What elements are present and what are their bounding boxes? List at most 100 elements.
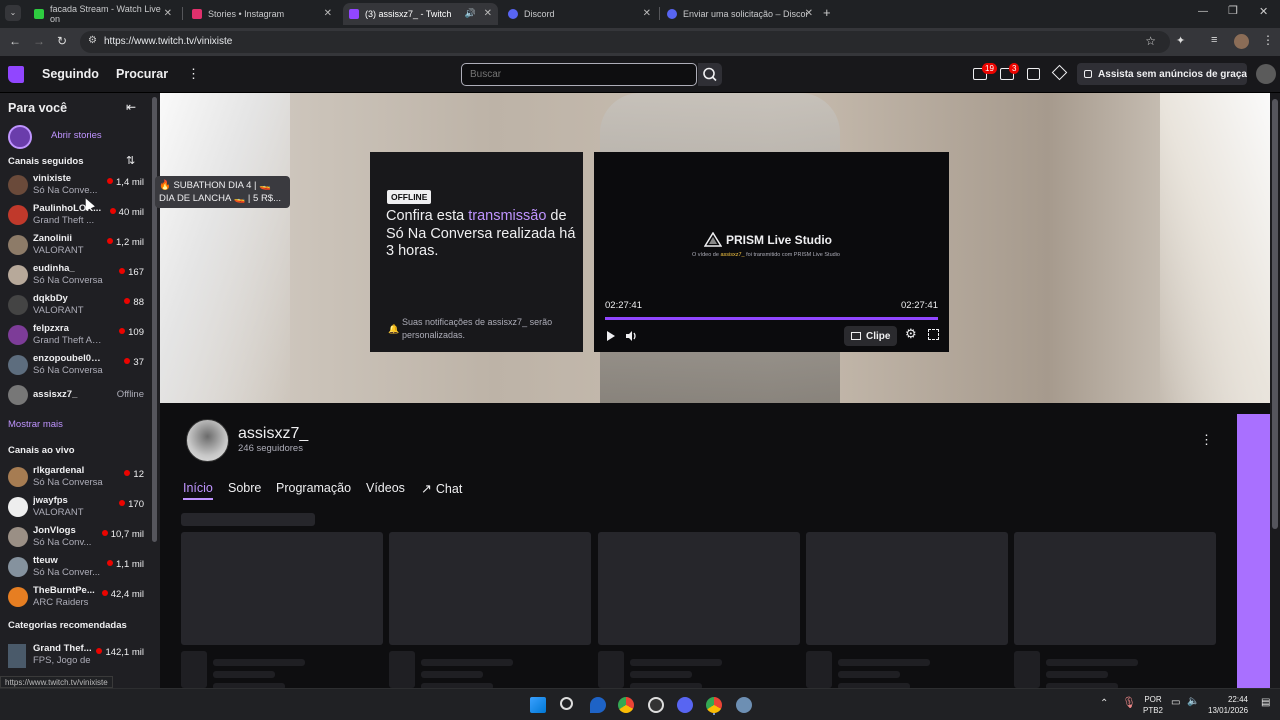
sidebar-channel-item[interactable]: enzopoubel01 +1 Só Na Conversa 37 [0, 350, 150, 380]
app-icon[interactable] [590, 697, 606, 713]
discord-icon[interactable] [677, 697, 693, 713]
site-info-icon[interactable]: ⚙ [88, 35, 97, 46]
page-scrollbar[interactable] [1270, 93, 1280, 688]
tab-chat[interactable]: ↗ Chat [421, 481, 462, 497]
browser-tab-4[interactable]: Enviar uma solicitação – Discor ✕ [661, 3, 819, 25]
settings-gear-icon[interactable]: ⚙ [905, 326, 917, 342]
network-icon[interactable]: ▭ [1171, 697, 1180, 708]
nav-following-link[interactable]: Seguindo [42, 67, 99, 81]
banner-light-left [160, 93, 290, 403]
tab-schedule[interactable]: Programação [276, 481, 351, 495]
tab-search-button[interactable]: ⌄ [5, 5, 21, 21]
channel-more-icon[interactable]: ⋮ [1200, 432, 1213, 448]
language-indicator[interactable]: POR PTB2 [1143, 694, 1163, 716]
sidebar-channel-item[interactable]: rlkgardenal Só Na Conversa 12 [0, 462, 150, 492]
fullscreen-icon[interactable] [928, 329, 939, 340]
twitch-logo-icon[interactable] [8, 66, 24, 83]
notifications-icon[interactable]: ▤ [1261, 697, 1270, 708]
close-tab-icon[interactable]: ✕ [643, 8, 651, 19]
speaker-icon[interactable]: 🔈 [1187, 696, 1199, 707]
browser-tab-1[interactable]: Stories • Instagram ✕ [186, 3, 338, 25]
collapse-sidebar-icon[interactable]: ⇤ [126, 100, 136, 114]
bookmark-star-icon[interactable]: ☆ [1145, 34, 1156, 48]
sidebar-channel-item[interactable]: Zanolinii VALORANT 1,2 mil [0, 230, 150, 260]
search-icon[interactable] [560, 697, 573, 710]
seek-bar[interactable] [605, 317, 938, 320]
nav-more-icon[interactable]: ⋮ [187, 66, 200, 82]
show-more-link[interactable]: Mostrar mais [8, 419, 63, 430]
close-tab-icon[interactable]: ✕ [484, 8, 492, 19]
sidebar-channel-item[interactable]: JonVlogs Só Na Conv... 10,7 mil [0, 522, 150, 552]
prism-brand: PRISM Live Studio [726, 232, 833, 247]
viewer-count-text: 1,4 mil [116, 177, 144, 188]
forward-icon[interactable]: → [33, 34, 45, 48]
sidebar-scrollbar[interactable] [152, 97, 157, 542]
search-button[interactable] [698, 63, 722, 86]
whispers-button[interactable]: 3 [1000, 63, 1020, 80]
offline-badge: OFFLINE [387, 190, 432, 204]
minimize-button[interactable]: — [1198, 6, 1208, 17]
new-tab-button[interactable]: + [823, 5, 831, 20]
sidebar-channel-item[interactable]: PaulinhoLOK... Grand Theft ... 40 mil [0, 200, 150, 230]
inbox-button[interactable]: 19 [973, 63, 997, 80]
sort-icon[interactable]: ⇅ [126, 154, 135, 167]
url-field[interactable]: ⚙ https://www.twitch.tv/vinixiste ☆ [80, 31, 1170, 53]
discord-favicon-icon [508, 9, 518, 19]
browser-menu-icon[interactable]: ⋮ [1262, 33, 1274, 47]
browser-tab-3[interactable]: Discord ✕ [502, 3, 657, 25]
chat-bubble-icon[interactable] [1027, 68, 1040, 80]
microphone-icon[interactable]: 🎙 [1122, 696, 1136, 709]
profile-avatar[interactable] [1234, 34, 1249, 49]
reading-list-icon[interactable]: ≡ [1211, 34, 1217, 46]
tab-home[interactable]: Início [183, 481, 213, 495]
tab-audio-icon[interactable]: 🔊 [465, 8, 476, 19]
sidebar-channel-item[interactable]: jwayfps VALORANT 170 [0, 492, 150, 522]
search-input[interactable] [461, 63, 697, 86]
close-window-button[interactable]: ✕ [1259, 5, 1268, 18]
user-avatar[interactable] [1256, 64, 1276, 84]
channel-avatar[interactable] [186, 419, 229, 462]
category-item[interactable]: Grand Thef... FPS, Jogo de 142,1 mil [0, 640, 150, 670]
sidebar-channel-item[interactable]: tteuw Só Na Conver... 1,1 mil [0, 552, 150, 582]
video-player[interactable]: PRISM Live Studio O vídeo de assisxz7_ f… [594, 152, 949, 352]
extensions-icon[interactable]: ✦ [1176, 34, 1185, 47]
offline-message[interactable]: Confira esta transmissão de Só Na Conver… [386, 208, 576, 261]
sidebar-channel-item[interactable]: TheBurntPe... ARC Raiders 42,4 mil [0, 582, 150, 612]
sidebar-channel-item[interactable]: eudinha_ Só Na Conversa 167 [0, 260, 150, 290]
viewer-count-text: 170 [128, 499, 144, 510]
obs-icon[interactable] [648, 697, 664, 713]
chrome-icon[interactable] [618, 697, 634, 713]
clock[interactable]: 22:44 13/01/2026 [1208, 694, 1248, 716]
browser-tab-0[interactable]: facada Stream - Watch Live on ✕ [28, 3, 178, 25]
discord-favicon-icon [667, 9, 677, 19]
sidebar-channel-item[interactable]: felpzxra Grand Theft Au... 109 [0, 320, 150, 350]
close-tab-icon[interactable]: ✕ [324, 8, 332, 19]
windows-start-icon[interactable] [530, 697, 546, 713]
clip-button[interactable]: Clipe [844, 326, 898, 346]
tab-videos[interactable]: Vídeos [366, 481, 405, 495]
viewer-count-text: Offline [116, 389, 144, 400]
stories-avatar[interactable] [8, 125, 32, 149]
page-scrollbar-thumb[interactable] [1272, 99, 1278, 529]
transmission-link[interactable]: transmissão [468, 208, 546, 224]
nav-browse-link[interactable]: Procurar [116, 67, 168, 81]
ad-free-button[interactable]: Assista sem anúncios de graça [1077, 63, 1247, 85]
tab-about[interactable]: Sobre [228, 481, 261, 495]
sidebar-channel-item[interactable]: dqkbDy VALORANT 88 [0, 290, 150, 320]
back-icon[interactable]: ← [9, 34, 21, 48]
volume-button[interactable] [625, 329, 638, 347]
close-tab-icon[interactable]: ✕ [805, 8, 813, 19]
bits-gem-icon[interactable] [1051, 64, 1068, 81]
sidebar-channel-item[interactable]: vinixiste Só Na Conve... 1,4 mil [0, 170, 150, 200]
close-tab-icon[interactable]: ✕ [164, 8, 172, 19]
tray-chevron-icon[interactable]: ⌃ [1100, 698, 1108, 709]
settings-icon[interactable] [736, 697, 752, 713]
sidebar-channel-item[interactable]: assisxz7_ Offline [0, 380, 150, 410]
tab-title: Enviar uma solicitação – Discor [683, 9, 807, 19]
browser-tab-2[interactable]: (3) assisxz7_ - Twitch 🔊 ✕ [343, 3, 498, 25]
open-stories-link[interactable]: Abrir stories [51, 130, 102, 141]
maximize-button[interactable]: ❐ [1228, 4, 1238, 17]
chrome-active-icon[interactable] [706, 697, 722, 713]
reload-icon[interactable]: ↻ [57, 34, 67, 48]
play-button[interactable] [606, 329, 616, 347]
